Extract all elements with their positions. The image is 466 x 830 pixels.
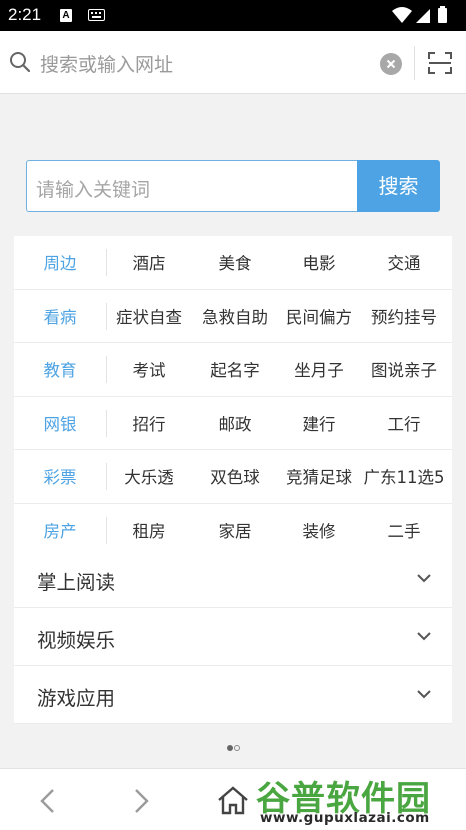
category-item[interactable]: 工行 xyxy=(361,397,447,450)
category-item[interactable]: 美食 xyxy=(192,236,278,289)
search-icon xyxy=(10,52,31,73)
home-icon[interactable] xyxy=(216,785,250,815)
category-item[interactable]: 交通 xyxy=(361,236,447,289)
category-item[interactable]: 考试 xyxy=(106,343,192,396)
category-row: 网银 招行 邮政 建行 工行 xyxy=(14,397,452,450)
category-item[interactable]: 邮政 xyxy=(192,397,278,450)
category-label[interactable]: 看病 xyxy=(14,290,106,343)
back-icon[interactable] xyxy=(36,787,58,815)
category-item[interactable]: 预约挂号 xyxy=(361,290,447,343)
keyword-search: 请输入关键词 搜索 xyxy=(26,160,440,212)
category-item[interactable]: 症状自查 xyxy=(106,290,192,343)
category-label[interactable]: 教育 xyxy=(14,343,106,396)
section-label: 视频娱乐 xyxy=(37,629,116,652)
category-item[interactable]: 竞猜足球 xyxy=(276,450,362,503)
chevron-down-icon xyxy=(417,632,431,641)
category-row: 彩票 大乐透 双色球 竞猜足球 广东11选5 xyxy=(14,450,452,504)
section-label: 掌上阅读 xyxy=(37,571,116,594)
section-games[interactable]: 游戏应用 xyxy=(14,666,452,724)
clear-button[interactable] xyxy=(380,53,402,75)
section-reading[interactable]: 掌上阅读 xyxy=(14,550,452,608)
status-bar: 2:21 A xyxy=(0,0,466,31)
category-row: 房产 租房 家居 装修 二手 xyxy=(14,504,452,557)
category-item[interactable]: 酒店 xyxy=(106,236,192,289)
chevron-down-icon xyxy=(417,574,431,583)
watermark: 谷普软件园 www.gupuxlazai.com xyxy=(256,769,466,830)
divider xyxy=(414,46,415,80)
close-icon xyxy=(386,59,396,69)
category-row: 教育 考试 起名字 坐月子 图说亲子 xyxy=(14,343,452,397)
notification-badge: A xyxy=(60,9,72,22)
watermark-url: www.gupuxlazai.com xyxy=(260,810,430,826)
category-row: 看病 症状自查 急救自助 民间偏方 预约挂号 xyxy=(14,290,452,343)
category-item[interactable]: 双色球 xyxy=(192,450,278,503)
search-button[interactable]: 搜索 xyxy=(357,160,440,212)
category-item[interactable]: 坐月子 xyxy=(276,343,362,396)
category-item[interactable]: 招行 xyxy=(106,397,192,450)
address-bar: 搜索或输入网址 xyxy=(0,31,466,94)
category-row: 周边 酒店 美食 电影 交通 xyxy=(14,236,452,290)
category-label[interactable]: 网银 xyxy=(14,397,106,450)
address-input[interactable]: 搜索或输入网址 xyxy=(40,50,173,77)
category-item[interactable]: 家居 xyxy=(192,504,278,557)
signal-icon xyxy=(416,9,430,23)
category-item[interactable]: 广东11选5 xyxy=(361,450,447,503)
keyword-input[interactable]: 请输入关键词 xyxy=(26,160,357,212)
section-label: 游戏应用 xyxy=(37,687,116,710)
wifi-icon xyxy=(392,7,412,23)
status-indicators xyxy=(392,6,447,23)
page-indicator xyxy=(227,745,240,751)
status-time: 2:21 xyxy=(8,5,42,24)
category-item[interactable]: 大乐透 xyxy=(106,450,192,503)
category-item[interactable]: 租房 xyxy=(106,504,192,557)
category-grid: 周边 酒店 美食 电影 交通 看病 症状自查 急救自助 民间偏方 预约挂号 教育… xyxy=(14,236,452,557)
category-item[interactable]: 图说亲子 xyxy=(361,343,447,396)
battery-icon xyxy=(438,6,447,23)
category-item[interactable]: 起名字 xyxy=(192,343,278,396)
category-item[interactable]: 电影 xyxy=(276,236,362,289)
scan-icon[interactable] xyxy=(428,51,452,75)
chevron-down-icon xyxy=(417,690,431,699)
bottom-nav: 谷普软件园 www.gupuxlazai.com xyxy=(0,768,466,830)
category-item[interactable]: 二手 xyxy=(361,504,447,557)
category-item[interactable]: 民间偏方 xyxy=(276,290,362,343)
category-label[interactable]: 彩票 xyxy=(14,450,106,503)
category-item[interactable]: 建行 xyxy=(276,397,362,450)
category-item[interactable]: 装修 xyxy=(276,504,362,557)
keyboard-icon xyxy=(88,9,105,21)
category-item[interactable]: 急救自助 xyxy=(192,290,278,343)
category-label[interactable]: 房产 xyxy=(14,504,106,557)
forward-icon[interactable] xyxy=(131,787,153,815)
keyword-placeholder: 请输入关键词 xyxy=(36,179,151,201)
category-label[interactable]: 周边 xyxy=(14,236,106,289)
section-video[interactable]: 视频娱乐 xyxy=(14,608,452,666)
